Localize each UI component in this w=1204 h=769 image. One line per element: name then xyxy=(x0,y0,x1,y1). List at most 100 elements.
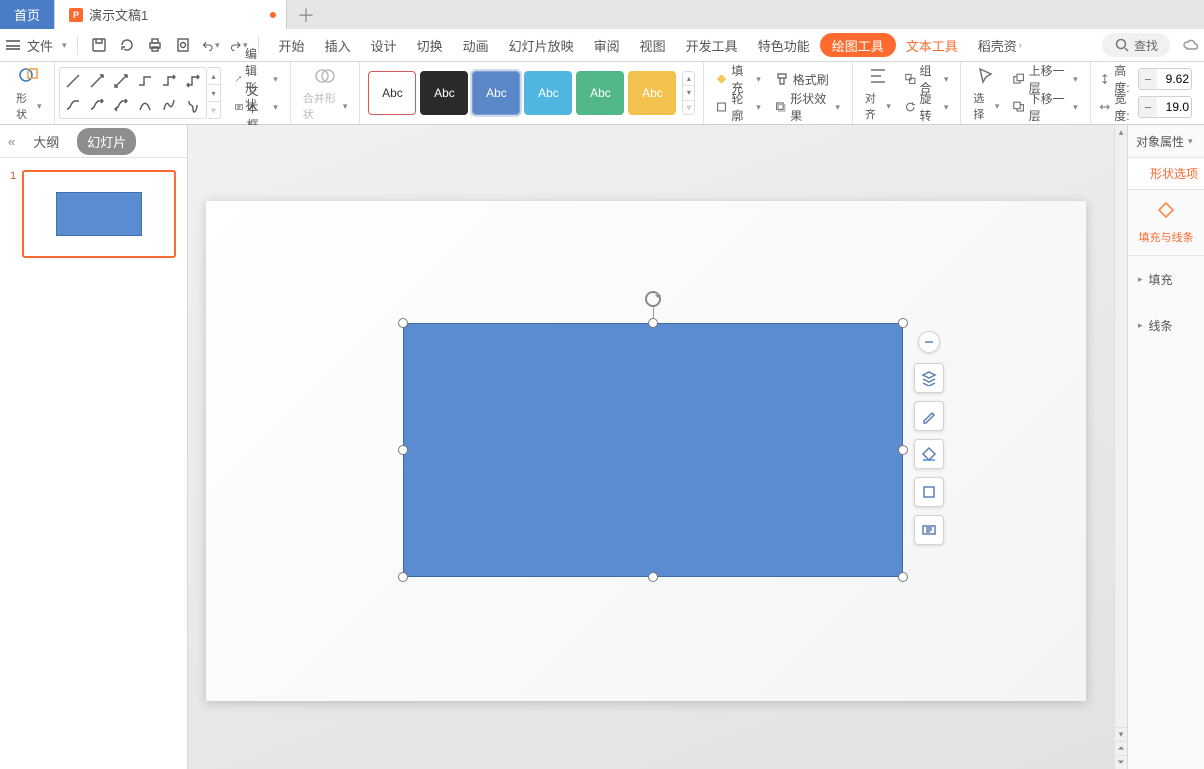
fill-section[interactable]: ▸填充 xyxy=(1128,256,1204,302)
style-swatch-5[interactable]: Abc xyxy=(576,71,624,115)
fill-line-icon xyxy=(1155,200,1177,225)
print-icon[interactable] xyxy=(146,36,164,54)
float-outline-icon[interactable] xyxy=(914,477,944,507)
textbox-button[interactable]: 文本框▾ xyxy=(231,95,282,119)
scroll-next-icon[interactable]: ⏷ xyxy=(1115,755,1127,769)
shapes-button[interactable]: 形状▾ xyxy=(12,64,46,122)
style-swatch-2[interactable]: Abc xyxy=(420,71,468,115)
menu-drawing-tools[interactable]: 绘图工具 xyxy=(820,33,896,57)
style-swatch-3[interactable]: Abc xyxy=(472,71,520,115)
width-label: 宽度: xyxy=(1114,90,1134,124)
print-preview-icon[interactable] xyxy=(174,36,192,54)
hamburger-icon[interactable] xyxy=(6,40,20,50)
resize-handle-tr[interactable] xyxy=(898,318,908,328)
caret-right-icon: ▸ xyxy=(1138,320,1143,331)
slide-thumbnail-1[interactable] xyxy=(22,170,176,258)
group-button[interactable]: 组合▾ xyxy=(901,67,952,91)
style-gallery-more[interactable]: ▴▾▿ xyxy=(682,71,695,115)
line-grid-spinner[interactable]: ▴▾▿ xyxy=(208,67,221,119)
search-label: 查找 xyxy=(1134,37,1158,54)
save-icon[interactable] xyxy=(90,36,108,54)
shapes-icon xyxy=(18,64,40,88)
menu-start[interactable]: 开始 xyxy=(269,29,315,62)
menu-insert[interactable]: 插入 xyxy=(315,29,361,62)
shape-effects-button[interactable]: 形状效果▾ xyxy=(771,95,844,119)
selected-shape[interactable] xyxy=(403,323,903,577)
width-spinner[interactable]: − xyxy=(1138,96,1192,118)
vertical-scrollbar[interactable]: ▴ ▾ ⏶ ⏷ xyxy=(1114,125,1127,769)
width-dec[interactable]: − xyxy=(1139,97,1157,117)
tab-home[interactable]: 首页 xyxy=(0,0,55,29)
height-spinner[interactable]: − xyxy=(1138,68,1192,90)
caret-right-icon: ▸ xyxy=(1138,274,1143,285)
outline-tab[interactable]: 大纲 xyxy=(23,128,69,155)
search-button[interactable]: 查找 xyxy=(1102,33,1170,57)
tab-document[interactable]: P 演示文稿1 xyxy=(55,0,287,29)
shape-options-tab[interactable]: 形状选项 xyxy=(1128,158,1204,190)
style-swatch-4[interactable]: Abc xyxy=(524,71,572,115)
presentation-icon: P xyxy=(69,8,83,22)
scroll-up-icon[interactable]: ▴ xyxy=(1115,125,1127,139)
send-backward-button[interactable]: 下移一层▾ xyxy=(1009,95,1081,119)
outline-button[interactable]: 轮廓▾ xyxy=(712,95,764,119)
width-input[interactable] xyxy=(1157,100,1191,114)
resize-handle-br[interactable] xyxy=(898,572,908,582)
height-icon xyxy=(1099,71,1111,87)
file-menu[interactable]: 文件 xyxy=(27,36,53,55)
object-props-title[interactable]: 对象属性▾ xyxy=(1128,125,1204,158)
menu-text-tools[interactable]: 文本工具 xyxy=(896,29,968,62)
float-brush-icon[interactable] xyxy=(914,401,944,431)
tab-doc-label: 演示文稿1 xyxy=(89,5,148,24)
align-button[interactable]: 对齐▾ xyxy=(861,64,895,122)
float-text-icon[interactable] xyxy=(914,515,944,545)
resize-handle-ml[interactable] xyxy=(398,445,408,455)
menu-slideshow[interactable]: 幻灯片放映 xyxy=(499,29,584,62)
format-painter-button[interactable]: 格式刷 xyxy=(771,67,844,91)
menu-design[interactable]: 设计 xyxy=(361,29,407,62)
refresh-icon[interactable] xyxy=(118,36,136,54)
slide-number: 1 xyxy=(10,170,16,182)
merge-shape-button[interactable]: 合并形状▾ xyxy=(299,64,352,122)
menu-transition[interactable]: 切换 xyxy=(407,29,453,62)
line-section[interactable]: ▸线条 xyxy=(1128,302,1204,348)
menu-view[interactable]: 视图 xyxy=(630,29,676,62)
float-layers-icon[interactable] xyxy=(914,363,944,393)
tab-add[interactable]: ＋ xyxy=(287,0,325,29)
select-icon xyxy=(976,64,996,88)
rotate-button[interactable]: 旋转▾ xyxy=(901,95,952,119)
resize-handle-tm[interactable] xyxy=(648,318,658,328)
bring-forward-button[interactable]: 上移一层▾ xyxy=(1009,67,1081,91)
menu-devtools[interactable]: 开发工具 xyxy=(676,29,748,62)
collapse-pane-icon[interactable]: « xyxy=(8,134,15,149)
resize-handle-bl[interactable] xyxy=(398,572,408,582)
rotation-handle[interactable] xyxy=(645,291,661,307)
scroll-down-icon[interactable]: ▾ xyxy=(1115,727,1127,741)
shape-style-gallery[interactable]: Abc Abc Abc Abc Abc Abc ▴▾▿ xyxy=(368,71,695,115)
style-swatch-6[interactable]: Abc xyxy=(628,71,676,115)
thumbnail-shape xyxy=(56,192,142,236)
select-button[interactable]: 选择▾ xyxy=(969,64,1003,122)
float-fill-icon[interactable] xyxy=(914,439,944,469)
unsaved-dot-icon xyxy=(270,12,276,18)
menu-special[interactable]: 特色功能 xyxy=(748,29,820,62)
menu-docer[interactable]: 稻壳资› xyxy=(968,29,1032,62)
float-collapse-icon[interactable] xyxy=(918,331,940,353)
menu-animation[interactable]: 动画 xyxy=(453,29,499,62)
scroll-prev-icon[interactable]: ⏶ xyxy=(1115,741,1127,755)
resize-handle-tl[interactable] xyxy=(398,318,408,328)
line-shape-grid[interactable] xyxy=(59,67,207,119)
undo-icon[interactable]: ▾ xyxy=(202,36,220,54)
height-input[interactable] xyxy=(1157,72,1191,86)
merge-shape-icon xyxy=(314,64,336,88)
height-dec[interactable]: − xyxy=(1139,69,1157,89)
style-swatch-1[interactable]: Abc xyxy=(368,71,416,115)
fill-button[interactable]: 填充▾ xyxy=(712,67,764,91)
resize-handle-mr[interactable] xyxy=(898,445,908,455)
chevron-down-icon: ▾ xyxy=(62,40,67,51)
menu-review[interactable]: 审阅 xyxy=(584,29,630,62)
rectangle-shape[interactable] xyxy=(403,323,903,577)
resize-handle-bm[interactable] xyxy=(648,572,658,582)
slides-tab[interactable]: 幻灯片 xyxy=(77,128,136,155)
fill-and-line-section[interactable]: 填充与线条 xyxy=(1128,190,1204,256)
cloud-icon[interactable] xyxy=(1182,36,1198,55)
